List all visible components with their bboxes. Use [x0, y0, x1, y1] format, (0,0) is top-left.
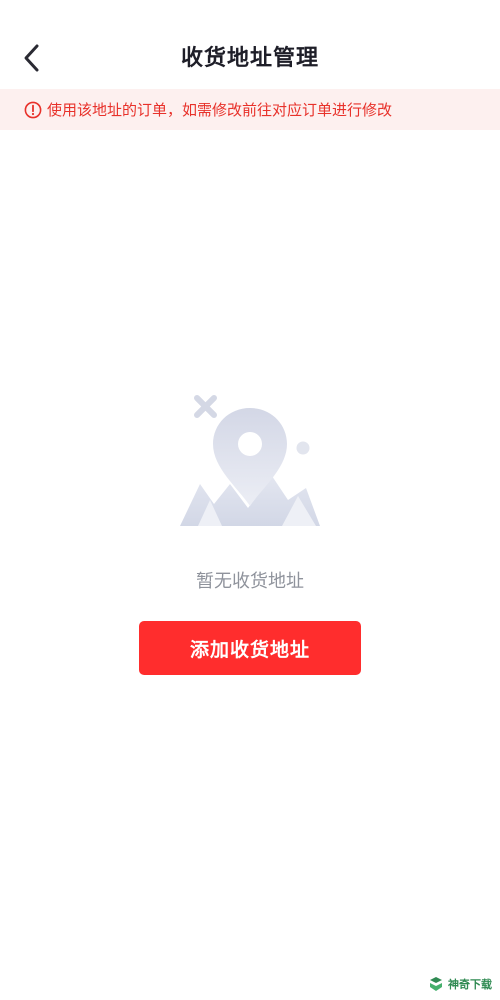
watermark-text: 神奇下载 — [448, 978, 492, 991]
map-pin-empty-illustration — [170, 388, 330, 533]
page-title: 收货地址管理 — [180, 46, 319, 71]
watermark: 神奇下载 — [428, 976, 492, 992]
watermark-logo-icon — [430, 977, 442, 991]
info-circle-icon — [24, 101, 42, 118]
add-address-button[interactable]: 添加收货地址 — [139, 621, 361, 675]
empty-state-message: 暂无收货地址 — [196, 571, 304, 592]
navigation-bar: 收货地址管理 — [0, 0, 500, 88]
notice-banner: 使用该地址的订单，如需修改前往对应订单进行修改 — [0, 89, 500, 130]
notice-text: 使用该地址的订单，如需修改前往对应订单进行修改 — [47, 101, 393, 119]
